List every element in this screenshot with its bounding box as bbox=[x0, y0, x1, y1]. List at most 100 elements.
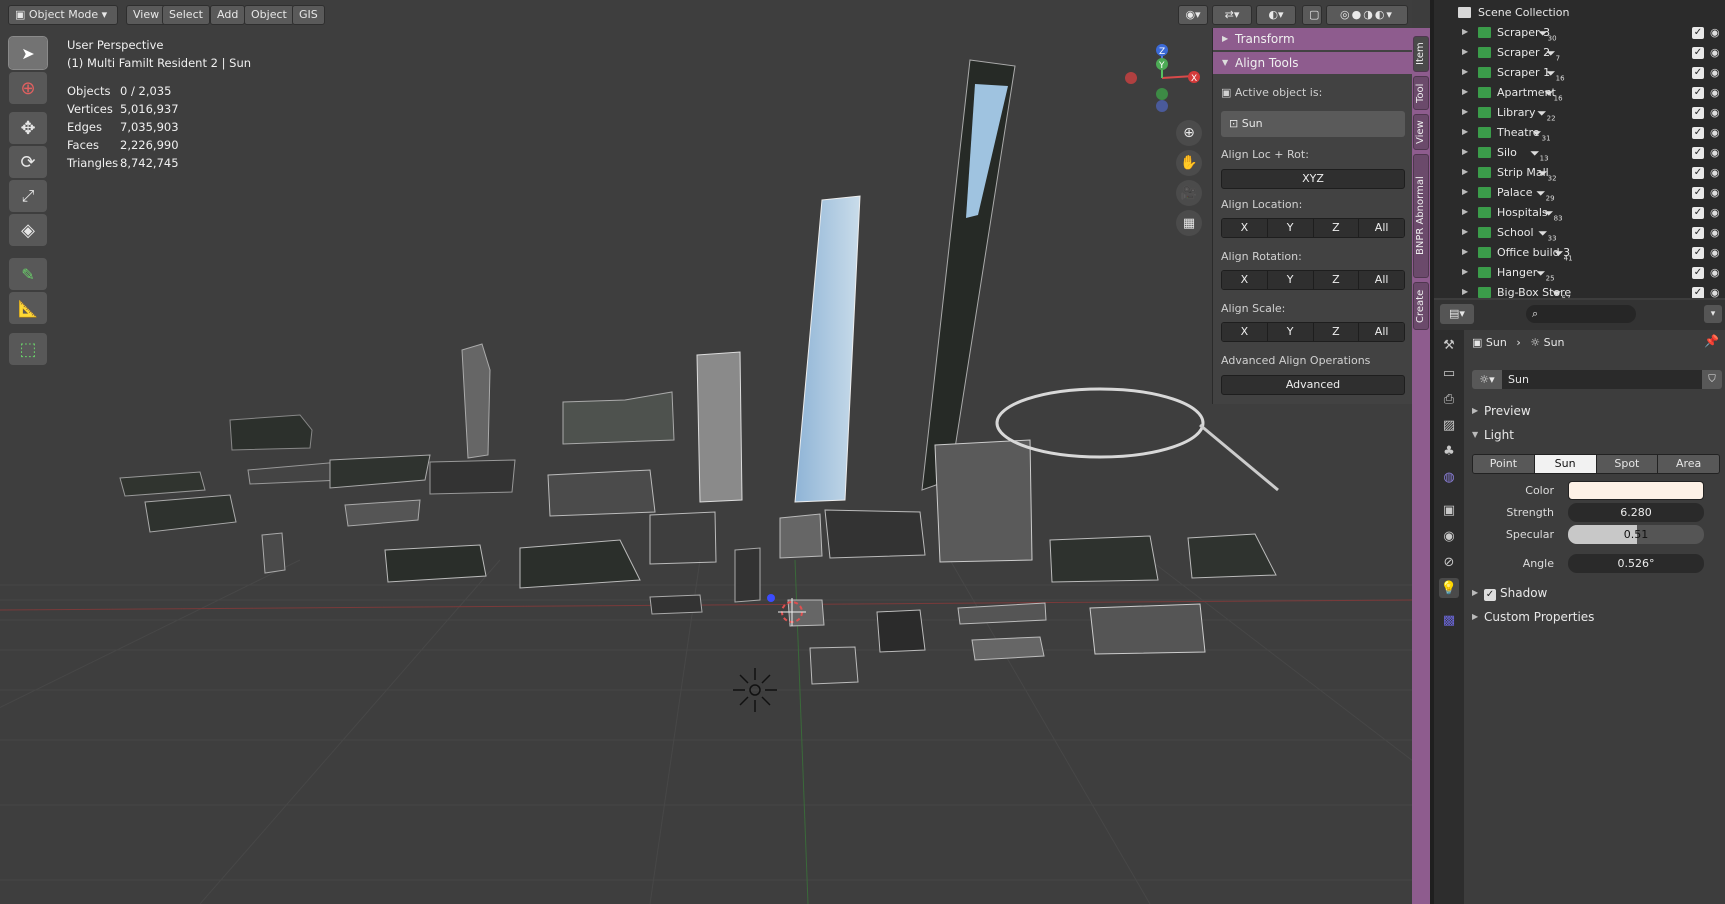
light-section[interactable]: ▼ Light bbox=[1468, 424, 1725, 446]
include-checkbox[interactable]: ✓ bbox=[1692, 287, 1704, 298]
xray-toggle[interactable]: ▢ bbox=[1302, 5, 1322, 25]
funnel-icon[interactable]: ⏷25 bbox=[1536, 266, 1555, 282]
light-data-tab[interactable]: 💡 bbox=[1439, 578, 1459, 598]
scene-tab[interactable]: ♣ bbox=[1439, 441, 1459, 461]
include-checkbox[interactable]: ✓ bbox=[1692, 167, 1704, 179]
include-checkbox[interactable]: ✓ bbox=[1692, 247, 1704, 259]
outliner-row[interactable]: ▶ Scraper 1 ⏷16 ✓ ◉ bbox=[1434, 63, 1725, 83]
align-scale-y[interactable]: Y bbox=[1267, 323, 1314, 341]
outliner-row[interactable]: ▶ Silo ⏷13 ✓ ◉ bbox=[1434, 143, 1725, 163]
include-checkbox[interactable]: ✓ bbox=[1692, 207, 1704, 219]
eye-icon[interactable]: ◉ bbox=[1710, 46, 1720, 59]
align-rot-z[interactable]: Z bbox=[1313, 271, 1360, 289]
measure-tool[interactable]: 📐 bbox=[9, 292, 47, 324]
datablock-name-field[interactable]: Sun bbox=[1502, 370, 1702, 389]
align-scale-all[interactable]: All bbox=[1359, 323, 1404, 341]
eye-icon[interactable]: ◉ bbox=[1710, 86, 1720, 99]
outliner-row[interactable]: ▶ Scraper 2 ⏷7 ✓ ◉ bbox=[1434, 43, 1725, 63]
light-type-browser[interactable]: ☼▾ bbox=[1472, 370, 1502, 389]
light-type-spot[interactable]: Spot bbox=[1596, 455, 1659, 473]
output-tab[interactable]: ⎙ bbox=[1439, 389, 1459, 409]
light-type-area[interactable]: Area bbox=[1658, 455, 1719, 473]
world-tab[interactable]: ◍ bbox=[1439, 467, 1459, 487]
editor-type-button[interactable]: ▤▾ bbox=[1440, 304, 1474, 324]
eye-icon[interactable]: ◉ bbox=[1710, 26, 1720, 39]
outliner-row[interactable]: ▶ Theatre ⏷31 ✓ ◉ bbox=[1434, 123, 1725, 143]
align-loc-y[interactable]: Y bbox=[1267, 219, 1314, 237]
tab-view[interactable]: View bbox=[1413, 114, 1429, 150]
gizmo-neg-z[interactable] bbox=[1156, 100, 1168, 112]
include-checkbox[interactable]: ✓ bbox=[1692, 267, 1704, 279]
align-tools-header[interactable]: ▼ Align Tools bbox=[1213, 52, 1412, 74]
include-checkbox[interactable]: ✓ bbox=[1692, 87, 1704, 99]
funnel-icon[interactable]: ⏷41 bbox=[1554, 246, 1573, 262]
ortho-toggle[interactable]: ▦ bbox=[1176, 210, 1202, 236]
render-tab[interactable]: ▭ bbox=[1439, 363, 1459, 383]
align-loc-z[interactable]: Z bbox=[1313, 219, 1360, 237]
custom-properties-section[interactable]: ▶ Custom Properties bbox=[1468, 606, 1725, 628]
add-cube-tool[interactable]: ⬚ bbox=[9, 333, 47, 365]
align-rot-x[interactable]: X bbox=[1222, 271, 1268, 289]
select-tool[interactable]: ➤ bbox=[8, 36, 48, 70]
menu-object[interactable]: Object bbox=[244, 5, 294, 25]
mode-select[interactable]: ▣ Object Mode ▾ bbox=[8, 5, 118, 25]
funnel-icon[interactable]: ⏷7 bbox=[1546, 46, 1560, 62]
light-type-point[interactable]: Point bbox=[1473, 455, 1535, 473]
funnel-icon[interactable]: ⏷22 bbox=[1537, 106, 1556, 122]
outliner-row[interactable]: ▶Big-Box Store⏷57✓◉ bbox=[1434, 283, 1725, 298]
align-rot-all[interactable]: All bbox=[1359, 271, 1404, 289]
shading-modes[interactable]: ◎●◑◐▾ bbox=[1326, 5, 1408, 25]
menu-gis[interactable]: GIS bbox=[292, 5, 325, 25]
align-xyz-button[interactable]: XYZ bbox=[1221, 169, 1405, 189]
object-constraint-tab[interactable]: ⊘ bbox=[1439, 552, 1459, 572]
eye-icon[interactable]: ◉ bbox=[1710, 106, 1720, 119]
overlay-toggle[interactable]: ◐▾ bbox=[1256, 5, 1296, 25]
view-layer-tab[interactable]: ▨ bbox=[1439, 415, 1459, 435]
navigation-gizmo[interactable]: Z Y X bbox=[1118, 38, 1208, 118]
align-loc-x[interactable]: X bbox=[1222, 219, 1268, 237]
outliner-row[interactable]: ▶ Apartment ⏷16 ✓ ◉ bbox=[1434, 83, 1725, 103]
include-checkbox[interactable]: ✓ bbox=[1692, 227, 1704, 239]
strength-field[interactable]: 6.280 bbox=[1568, 503, 1704, 522]
funnel-icon[interactable]: ⏷16 bbox=[1544, 86, 1563, 102]
transform-header[interactable]: ▶ Transform bbox=[1213, 28, 1412, 50]
options-dropdown[interactable]: ▾ bbox=[1704, 305, 1722, 323]
menu-add[interactable]: Add bbox=[210, 5, 246, 25]
eye-icon[interactable]: ◉ bbox=[1710, 246, 1720, 259]
pin-icon[interactable]: 📌 bbox=[1704, 334, 1719, 348]
align-scale-x[interactable]: X bbox=[1222, 323, 1268, 341]
include-checkbox[interactable]: ✓ bbox=[1692, 187, 1704, 199]
annotate-tool[interactable]: ✎ bbox=[9, 258, 47, 290]
shadow-section[interactable]: ▶ ✓ Shadow bbox=[1468, 582, 1725, 604]
preview-section[interactable]: ▶ Preview bbox=[1468, 400, 1725, 422]
funnel-icon[interactable]: ⏷31 bbox=[1532, 126, 1551, 142]
funnel-icon[interactable]: ⏷29 bbox=[1536, 186, 1555, 202]
align-scale-z[interactable]: Z bbox=[1313, 323, 1360, 341]
eye-icon[interactable]: ◉ bbox=[1710, 126, 1720, 139]
active-object-field[interactable]: ⊡ Sun bbox=[1221, 111, 1405, 137]
include-checkbox[interactable]: ✓ bbox=[1692, 147, 1704, 159]
rotate-tool[interactable]: ⟳ bbox=[9, 146, 47, 178]
cursor-tool[interactable]: ⊕ bbox=[9, 72, 47, 104]
eye-icon[interactable]: ◉ bbox=[1710, 146, 1720, 159]
angle-field[interactable]: 0.526° bbox=[1568, 554, 1704, 573]
eye-icon[interactable]: ◉ bbox=[1710, 226, 1720, 239]
tab-create[interactable]: Create bbox=[1413, 282, 1429, 330]
eye-icon[interactable]: ◉ bbox=[1710, 166, 1720, 179]
color-field[interactable] bbox=[1568, 481, 1704, 500]
menu-view[interactable]: View bbox=[126, 5, 167, 25]
shadow-checkbox[interactable]: ✓ bbox=[1484, 589, 1496, 601]
outliner-row[interactable]: ▶ School ⏷33 ✓ ◉ bbox=[1434, 223, 1725, 243]
include-checkbox[interactable]: ✓ bbox=[1692, 47, 1704, 59]
tool-tab[interactable]: ⚒ bbox=[1439, 335, 1459, 355]
funnel-icon[interactable]: ⏷16 bbox=[1546, 66, 1565, 82]
outliner-row[interactable]: ▶ Strip Mall ⏷32 ✓ ◉ bbox=[1434, 163, 1725, 183]
tab-bnpr-abnormal[interactable]: BNPR Abnormal bbox=[1413, 154, 1429, 278]
outliner-row[interactable]: ▶ Hanger ⏷25 ✓ ◉ bbox=[1434, 263, 1725, 283]
eye-icon[interactable]: ◉ bbox=[1710, 286, 1720, 298]
funnel-icon[interactable]: ⏷83 bbox=[1544, 206, 1563, 222]
outliner-row[interactable]: ▶ Hospitals ⏷83 ✓ ◉ bbox=[1434, 203, 1725, 223]
eye-icon[interactable]: ◉ bbox=[1710, 66, 1720, 79]
tab-item[interactable]: Item bbox=[1413, 36, 1429, 72]
move-tool[interactable]: ✥ bbox=[9, 112, 47, 144]
